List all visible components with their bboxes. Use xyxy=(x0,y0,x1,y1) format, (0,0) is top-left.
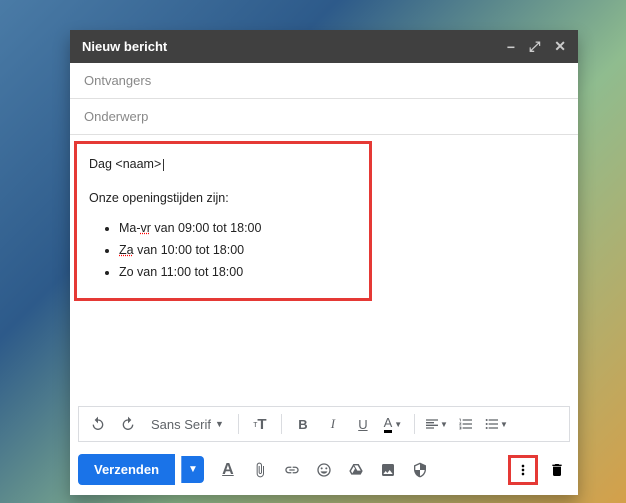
window-title: Nieuw bericht xyxy=(82,39,167,54)
list-item: Zo van 11:00 tot 18:00 xyxy=(119,262,357,282)
expand-icon[interactable]: ⤢ xyxy=(529,38,540,55)
font-name-label: Sans Serif xyxy=(151,417,211,432)
message-body[interactable]: Dag <naam> Onze openingstijden zijn: Ma-… xyxy=(70,135,578,406)
chevron-down-icon: ▼ xyxy=(500,420,508,429)
more-options-highlight xyxy=(508,455,538,485)
formatting-toolbar: Sans Serif ▼ тT B I U A▼ ▼ ▼ xyxy=(78,406,570,442)
formatting-toggle-button[interactable]: A xyxy=(214,456,242,484)
send-dropdown[interactable]: ▼ xyxy=(181,456,204,483)
chevron-down-icon: ▼ xyxy=(440,420,448,429)
more-options-button[interactable] xyxy=(513,457,533,483)
confidential-mode-button[interactable] xyxy=(406,456,434,484)
close-icon[interactable]: ✕ xyxy=(554,38,566,55)
insert-photo-button[interactable] xyxy=(374,456,402,484)
recipients-placeholder: Ontvangers xyxy=(84,73,151,88)
subject-field[interactable]: Onderwerp xyxy=(70,99,578,135)
text-color-button[interactable]: A▼ xyxy=(380,411,406,437)
attach-file-button[interactable] xyxy=(246,456,274,484)
font-selector[interactable]: Sans Serif ▼ xyxy=(145,417,230,432)
greeting-line: Dag <naam> xyxy=(89,154,357,174)
send-button[interactable]: Verzenden xyxy=(78,454,175,485)
opening-hours-label: Onze openingstijden zijn: xyxy=(89,188,357,208)
text-cursor xyxy=(163,159,164,171)
subject-placeholder: Onderwerp xyxy=(84,109,148,124)
discard-draft-button[interactable] xyxy=(544,457,570,483)
greeting-prefix: Dag xyxy=(89,157,115,171)
greeting-token: <naam> xyxy=(115,157,161,171)
list-item: Ma-vr van 09:00 tot 18:00 xyxy=(119,218,357,238)
redo-button[interactable] xyxy=(115,411,141,437)
list-item: Za van 10:00 tot 18:00 xyxy=(119,240,357,260)
insert-tools: A xyxy=(214,456,434,484)
chevron-down-icon: ▼ xyxy=(394,420,402,429)
underline-button[interactable]: U xyxy=(350,411,376,437)
window-controls: − ⤢ ✕ xyxy=(507,38,566,55)
title-bar: Nieuw bericht − ⤢ ✕ xyxy=(70,30,578,63)
bulleted-list-button[interactable]: ▼ xyxy=(483,411,509,437)
align-button[interactable]: ▼ xyxy=(423,411,449,437)
numbered-list-button[interactable] xyxy=(453,411,479,437)
insert-drive-button[interactable] xyxy=(342,456,370,484)
bold-button[interactable]: B xyxy=(290,411,316,437)
recipients-field[interactable]: Ontvangers xyxy=(70,63,578,99)
font-size-button[interactable]: тT xyxy=(247,411,273,437)
insert-emoji-button[interactable] xyxy=(310,456,338,484)
minimize-icon[interactable]: − xyxy=(507,39,515,55)
template-highlight-box: Dag <naam> Onze openingstijden zijn: Ma-… xyxy=(74,141,372,301)
opening-hours-list: Ma-vr van 09:00 tot 18:00 Za van 10:00 t… xyxy=(119,218,357,282)
chevron-down-icon: ▼ xyxy=(215,419,224,429)
compose-window: Nieuw bericht − ⤢ ✕ Ontvangers Onderwerp… xyxy=(70,30,578,495)
insert-link-button[interactable] xyxy=(278,456,306,484)
send-row: Verzenden ▼ A xyxy=(70,448,578,495)
undo-button[interactable] xyxy=(85,411,111,437)
italic-button[interactable]: I xyxy=(320,411,346,437)
